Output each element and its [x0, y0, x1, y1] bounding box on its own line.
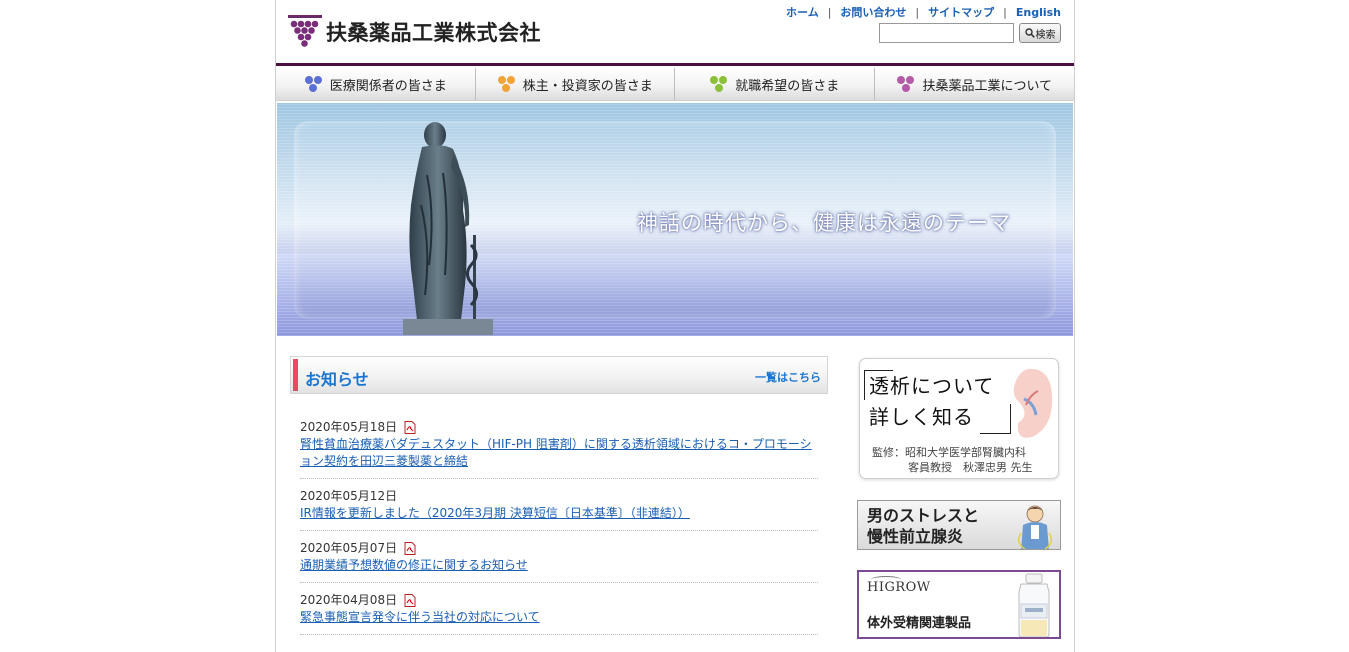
grape-logo-icon: [288, 15, 322, 47]
news-date: 2020年05月07日: [300, 541, 398, 555]
kidney-icon: [1013, 368, 1053, 438]
utility-nav: ホーム | お問い合わせ | サイトマップ | English: [786, 4, 1061, 20]
dialysis-credit: 監修：昭和大学医学部腎臓内科 客員教授 秋澤忠男 先生: [872, 446, 1033, 474]
nav-item-label: 就職希望の皆さま: [735, 78, 840, 94]
company-name: 扶桑薬品工業株式会社: [326, 21, 541, 45]
dialysis-banner[interactable]: 透析について 詳しく知る 監修：昭和大学医学部腎臓内科 客員教授 秋澤忠男 先生: [859, 358, 1059, 479]
pdf-icon: [404, 594, 416, 607]
news-item: 2020年05月18日 腎性貧血治療薬バダデュスタット（HIF-PH 阻害剤）に…: [300, 410, 818, 479]
news-accent-bar: [293, 359, 298, 391]
util-link-contact[interactable]: お問い合わせ: [840, 4, 906, 20]
separator: |: [827, 5, 832, 19]
news-date: 2020年05月12日: [300, 489, 398, 503]
news-item: 2020年05月07日 通期業績予想数値の修正に関するお知らせ: [300, 531, 818, 583]
company-logo[interactable]: 扶桑薬品工業株式会社: [288, 14, 541, 50]
separator: |: [915, 5, 920, 19]
pdf-icon: [404, 421, 416, 434]
search-input[interactable]: [879, 23, 1014, 43]
news-item: 2020年04月08日 緊急事態宣言発令に伴う当社の対応について: [300, 583, 818, 635]
dots-icon: [896, 75, 916, 93]
news-list: 2020年05月18日 腎性貧血治療薬バダデュスタット（HIF-PH 阻害剤）に…: [300, 410, 818, 635]
nav-item-label: 扶桑薬品工業について: [922, 78, 1053, 94]
statue-image: [403, 122, 493, 335]
hero-tagline: 神話の時代から、健康は永遠のテーマ: [637, 211, 1011, 235]
util-link-english[interactable]: English: [1016, 6, 1061, 19]
news-title: お知らせ: [305, 370, 369, 389]
news-header: お知らせ 一覧はこちら: [290, 356, 828, 394]
search-button[interactable]: 検索: [1019, 23, 1061, 43]
nav-item-medical[interactable]: 医療関係者の皆さま: [276, 68, 476, 100]
dots-icon: [709, 75, 729, 93]
util-link-sitemap[interactable]: サイトマップ: [928, 4, 994, 20]
nav-item-about[interactable]: 扶桑薬品工業について: [875, 68, 1075, 100]
hero-banner: 神話の時代から、健康は永遠のテーマ: [277, 103, 1073, 336]
higrow-banner-text: 体外受精関連製品: [867, 616, 972, 631]
dialysis-title: 透析について 詳しく知る: [869, 374, 995, 429]
news-item: 2020年05月12日 IR情報を更新しました（2020年3月期 決算短信〔日本…: [300, 479, 818, 531]
header-divider: [276, 63, 1074, 66]
util-link-home[interactable]: ホーム: [786, 4, 819, 20]
nav-item-investors[interactable]: 株主・投資家の皆さま: [476, 68, 675, 100]
news-date: 2020年04月08日: [300, 593, 398, 607]
medium-bottle-icon: [1018, 573, 1050, 637]
prostatitis-banner-text: 男のストレスと 慢性前立腺炎: [867, 506, 980, 546]
news-link[interactable]: 通期業績予想数値の修正に関するお知らせ: [300, 558, 528, 572]
news-view-all-link[interactable]: 一覧はこちら: [755, 369, 821, 385]
higrow-banner[interactable]: HIGROW 体外受精関連製品: [857, 570, 1061, 639]
separator: |: [1003, 5, 1007, 19]
global-nav: 医療関係者の皆さま 株主・投資家の皆さま 就職希望の皆さま 扶桑薬品工業について: [276, 68, 1074, 101]
news-date: 2020年05月18日: [300, 420, 398, 434]
pdf-icon: [404, 542, 416, 555]
nav-item-recruit[interactable]: 就職希望の皆さま: [675, 68, 875, 100]
news-link[interactable]: 緊急事態宣言発令に伴う当社の対応について: [300, 610, 540, 624]
magnifier-icon: [1024, 28, 1035, 38]
dots-icon: [304, 75, 324, 93]
higrow-logo: HIGROW: [867, 576, 931, 595]
nav-item-label: 医療関係者の皆さま: [329, 78, 447, 94]
page-container: 扶桑薬品工業株式会社 ホーム | お問い合わせ | サイトマップ | Engli…: [275, 0, 1075, 652]
prostatitis-banner[interactable]: 男のストレスと 慢性前立腺炎: [857, 500, 1061, 550]
search-button-label: 検索: [1035, 29, 1056, 41]
news-link[interactable]: IR情報を更新しました（2020年3月期 決算短信〔日本基準〕（非連結））: [300, 506, 690, 520]
news-link[interactable]: 腎性貧血治療薬バダデュスタット（HIF-PH 阻害剤）に関する透析領域におけるコ…: [300, 437, 812, 468]
site-search: 検索: [879, 23, 1061, 43]
man-illustration-icon: [1018, 505, 1052, 549]
dots-icon: [497, 75, 517, 93]
nav-item-label: 株主・投資家の皆さま: [522, 78, 653, 94]
